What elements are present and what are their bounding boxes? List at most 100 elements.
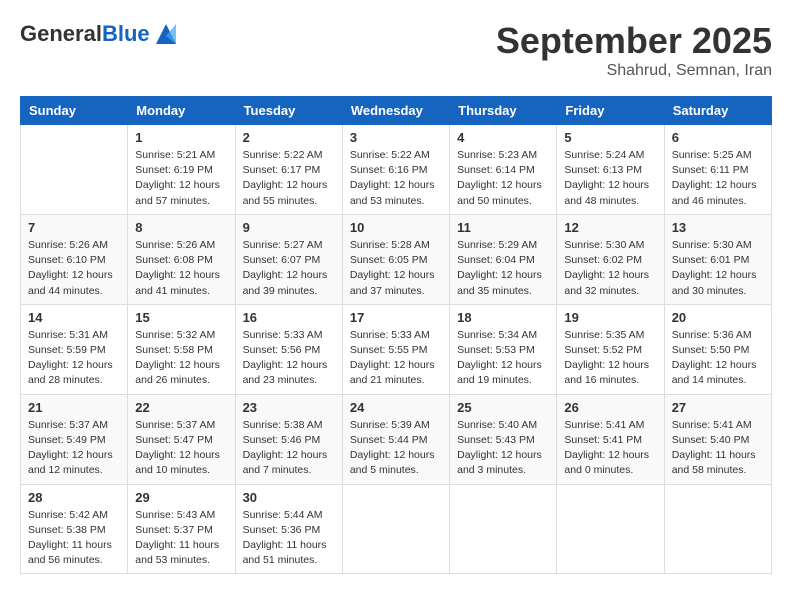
day-number: 12: [564, 220, 656, 235]
day-info: Sunrise: 5:44 AM Sunset: 5:36 PM Dayligh…: [243, 508, 335, 569]
calendar-week-row: 1Sunrise: 5:21 AM Sunset: 6:19 PM Daylig…: [21, 125, 772, 215]
day-number: 19: [564, 310, 656, 325]
day-info: Sunrise: 5:26 AM Sunset: 6:10 PM Dayligh…: [28, 238, 120, 299]
day-info: Sunrise: 5:31 AM Sunset: 5:59 PM Dayligh…: [28, 328, 120, 389]
calendar-cell: 29 Sunrise: 5:43 AM Sunset: 5:37 PM Dayli…: [128, 484, 235, 574]
day-number: 4: [457, 130, 549, 145]
calendar-cell: 1Sunrise: 5:21 AM Sunset: 6:19 PM Daylig…: [128, 125, 235, 215]
calendar-cell: 20 Sunrise: 5:36 AM Sunset: 5:50 PM Dayli…: [664, 304, 771, 394]
day-number: 13: [672, 220, 764, 235]
calendar-cell: [450, 484, 557, 574]
calendar-cell: 12 Sunrise: 5:30 AM Sunset: 6:02 PM Dayli…: [557, 214, 664, 304]
calendar-cell: 4 Sunrise: 5:23 AM Sunset: 6:14 PM Daylig…: [450, 125, 557, 215]
day-info: Sunrise: 5:24 AM Sunset: 6:13 PM Dayligh…: [564, 148, 656, 209]
day-number: 10: [350, 220, 442, 235]
day-info: Sunrise: 5:33 AM Sunset: 5:56 PM Dayligh…: [243, 328, 335, 389]
day-number: 25: [457, 400, 549, 415]
day-number: 17: [350, 310, 442, 325]
logo-blue: Blue: [102, 21, 150, 46]
day-info: Sunrise: 5:39 AM Sunset: 5:44 PM Dayligh…: [350, 418, 442, 479]
calendar-week-row: 7 Sunrise: 5:26 AM Sunset: 6:10 PM Daylig…: [21, 214, 772, 304]
calendar-cell: 27Sunrise: 5:41 AM Sunset: 5:40 PM Dayli…: [664, 394, 771, 484]
day-number: 6: [672, 130, 764, 145]
day-info: Sunrise: 5:37 AM Sunset: 5:49 PM Dayligh…: [28, 418, 120, 479]
calendar-cell: 22 Sunrise: 5:37 AM Sunset: 5:47 PM Dayli…: [128, 394, 235, 484]
day-info: Sunrise: 5:22 AM Sunset: 6:17 PM Dayligh…: [243, 148, 335, 209]
day-number: 23: [243, 400, 335, 415]
day-info: Sunrise: 5:33 AM Sunset: 5:55 PM Dayligh…: [350, 328, 442, 389]
weekday-header: Sunday: [21, 97, 128, 125]
calendar-cell: 15 Sunrise: 5:32 AM Sunset: 5:58 PM Dayli…: [128, 304, 235, 394]
calendar-week-row: 28 Sunrise: 5:42 AM Sunset: 5:38 PM Dayli…: [21, 484, 772, 574]
calendar-cell: 8 Sunrise: 5:26 AM Sunset: 6:08 PM Daylig…: [128, 214, 235, 304]
calendar-cell: 28 Sunrise: 5:42 AM Sunset: 5:38 PM Dayli…: [21, 484, 128, 574]
weekday-header: Wednesday: [342, 97, 449, 125]
day-info: Sunrise: 5:26 AM Sunset: 6:08 PM Dayligh…: [135, 238, 227, 299]
calendar-table: SundayMondayTuesdayWednesdayThursdayFrid…: [20, 96, 772, 574]
day-info: Sunrise: 5:30 AM Sunset: 6:02 PM Dayligh…: [564, 238, 656, 299]
day-info: Sunrise: 5:23 AM Sunset: 6:14 PM Dayligh…: [457, 148, 549, 209]
title-block: September 2025 Shahrud, Semnan, Iran: [496, 20, 772, 80]
calendar-cell: 23Sunrise: 5:38 AM Sunset: 5:46 PM Dayli…: [235, 394, 342, 484]
weekday-header: Thursday: [450, 97, 557, 125]
logo: GeneralBlue: [20, 20, 180, 48]
logo-general: General: [20, 21, 102, 46]
calendar-cell: 14 Sunrise: 5:31 AM Sunset: 5:59 PM Dayli…: [21, 304, 128, 394]
day-info: Sunrise: 5:42 AM Sunset: 5:38 PM Dayligh…: [28, 508, 120, 569]
calendar-cell: 17 Sunrise: 5:33 AM Sunset: 5:55 PM Dayli…: [342, 304, 449, 394]
calendar-cell: 10 Sunrise: 5:28 AM Sunset: 6:05 PM Dayli…: [342, 214, 449, 304]
day-number: 27: [672, 400, 764, 415]
weekday-header-row: SundayMondayTuesdayWednesdayThursdayFrid…: [21, 97, 772, 125]
day-number: 29: [135, 490, 227, 505]
day-info: Sunrise: 5:43 AM Sunset: 5:37 PM Dayligh…: [135, 508, 227, 569]
calendar-cell: 7 Sunrise: 5:26 AM Sunset: 6:10 PM Daylig…: [21, 214, 128, 304]
calendar-cell: 24 Sunrise: 5:39 AM Sunset: 5:44 PM Dayli…: [342, 394, 449, 484]
day-info: Sunrise: 5:32 AM Sunset: 5:58 PM Dayligh…: [135, 328, 227, 389]
day-info: Sunrise: 5:21 AM Sunset: 6:19 PM Dayligh…: [135, 148, 227, 209]
calendar-cell: 19Sunrise: 5:35 AM Sunset: 5:52 PM Dayli…: [557, 304, 664, 394]
day-number: 7: [28, 220, 120, 235]
day-number: 11: [457, 220, 549, 235]
day-info: Sunrise: 5:40 AM Sunset: 5:43 PM Dayligh…: [457, 418, 549, 479]
day-number: 15: [135, 310, 227, 325]
day-number: 18: [457, 310, 549, 325]
day-info: Sunrise: 5:22 AM Sunset: 6:16 PM Dayligh…: [350, 148, 442, 209]
day-info: Sunrise: 5:36 AM Sunset: 5:50 PM Dayligh…: [672, 328, 764, 389]
day-info: Sunrise: 5:28 AM Sunset: 6:05 PM Dayligh…: [350, 238, 442, 299]
day-number: 14: [28, 310, 120, 325]
day-number: 20: [672, 310, 764, 325]
calendar-cell: [21, 125, 128, 215]
day-info: Sunrise: 5:27 AM Sunset: 6:07 PM Dayligh…: [243, 238, 335, 299]
day-number: 24: [350, 400, 442, 415]
calendar-cell: 30 Sunrise: 5:44 AM Sunset: 5:36 PM Dayli…: [235, 484, 342, 574]
weekday-header: Tuesday: [235, 97, 342, 125]
day-number: 3: [350, 130, 442, 145]
day-number: 22: [135, 400, 227, 415]
day-number: 21: [28, 400, 120, 415]
day-number: 16: [243, 310, 335, 325]
calendar-cell: 13Sunrise: 5:30 AM Sunset: 6:01 PM Dayli…: [664, 214, 771, 304]
day-number: 30: [243, 490, 335, 505]
calendar-cell: 16 Sunrise: 5:33 AM Sunset: 5:56 PM Dayli…: [235, 304, 342, 394]
day-number: 8: [135, 220, 227, 235]
calendar-cell: [664, 484, 771, 574]
day-info: Sunrise: 5:41 AM Sunset: 5:41 PM Dayligh…: [564, 418, 656, 479]
day-info: Sunrise: 5:34 AM Sunset: 5:53 PM Dayligh…: [457, 328, 549, 389]
calendar-cell: 11Sunrise: 5:29 AM Sunset: 6:04 PM Dayli…: [450, 214, 557, 304]
month-title: September 2025: [496, 20, 772, 62]
weekday-header: Friday: [557, 97, 664, 125]
calendar-cell: [342, 484, 449, 574]
calendar-cell: 6 Sunrise: 5:25 AM Sunset: 6:11 PM Daylig…: [664, 125, 771, 215]
calendar-cell: 25 Sunrise: 5:40 AM Sunset: 5:43 PM Dayli…: [450, 394, 557, 484]
logo-icon: [152, 20, 180, 48]
weekday-header: Saturday: [664, 97, 771, 125]
day-info: Sunrise: 5:25 AM Sunset: 6:11 PM Dayligh…: [672, 148, 764, 209]
page-header: GeneralBlue September 2025 Shahrud, Semn…: [20, 20, 772, 80]
weekday-header: Monday: [128, 97, 235, 125]
day-number: 28: [28, 490, 120, 505]
day-number: 9: [243, 220, 335, 235]
calendar-cell: 18 Sunrise: 5:34 AM Sunset: 5:53 PM Dayli…: [450, 304, 557, 394]
calendar-cell: 3 Sunrise: 5:22 AM Sunset: 6:16 PM Daylig…: [342, 125, 449, 215]
calendar-cell: 5Sunrise: 5:24 AM Sunset: 6:13 PM Daylig…: [557, 125, 664, 215]
day-info: Sunrise: 5:37 AM Sunset: 5:47 PM Dayligh…: [135, 418, 227, 479]
